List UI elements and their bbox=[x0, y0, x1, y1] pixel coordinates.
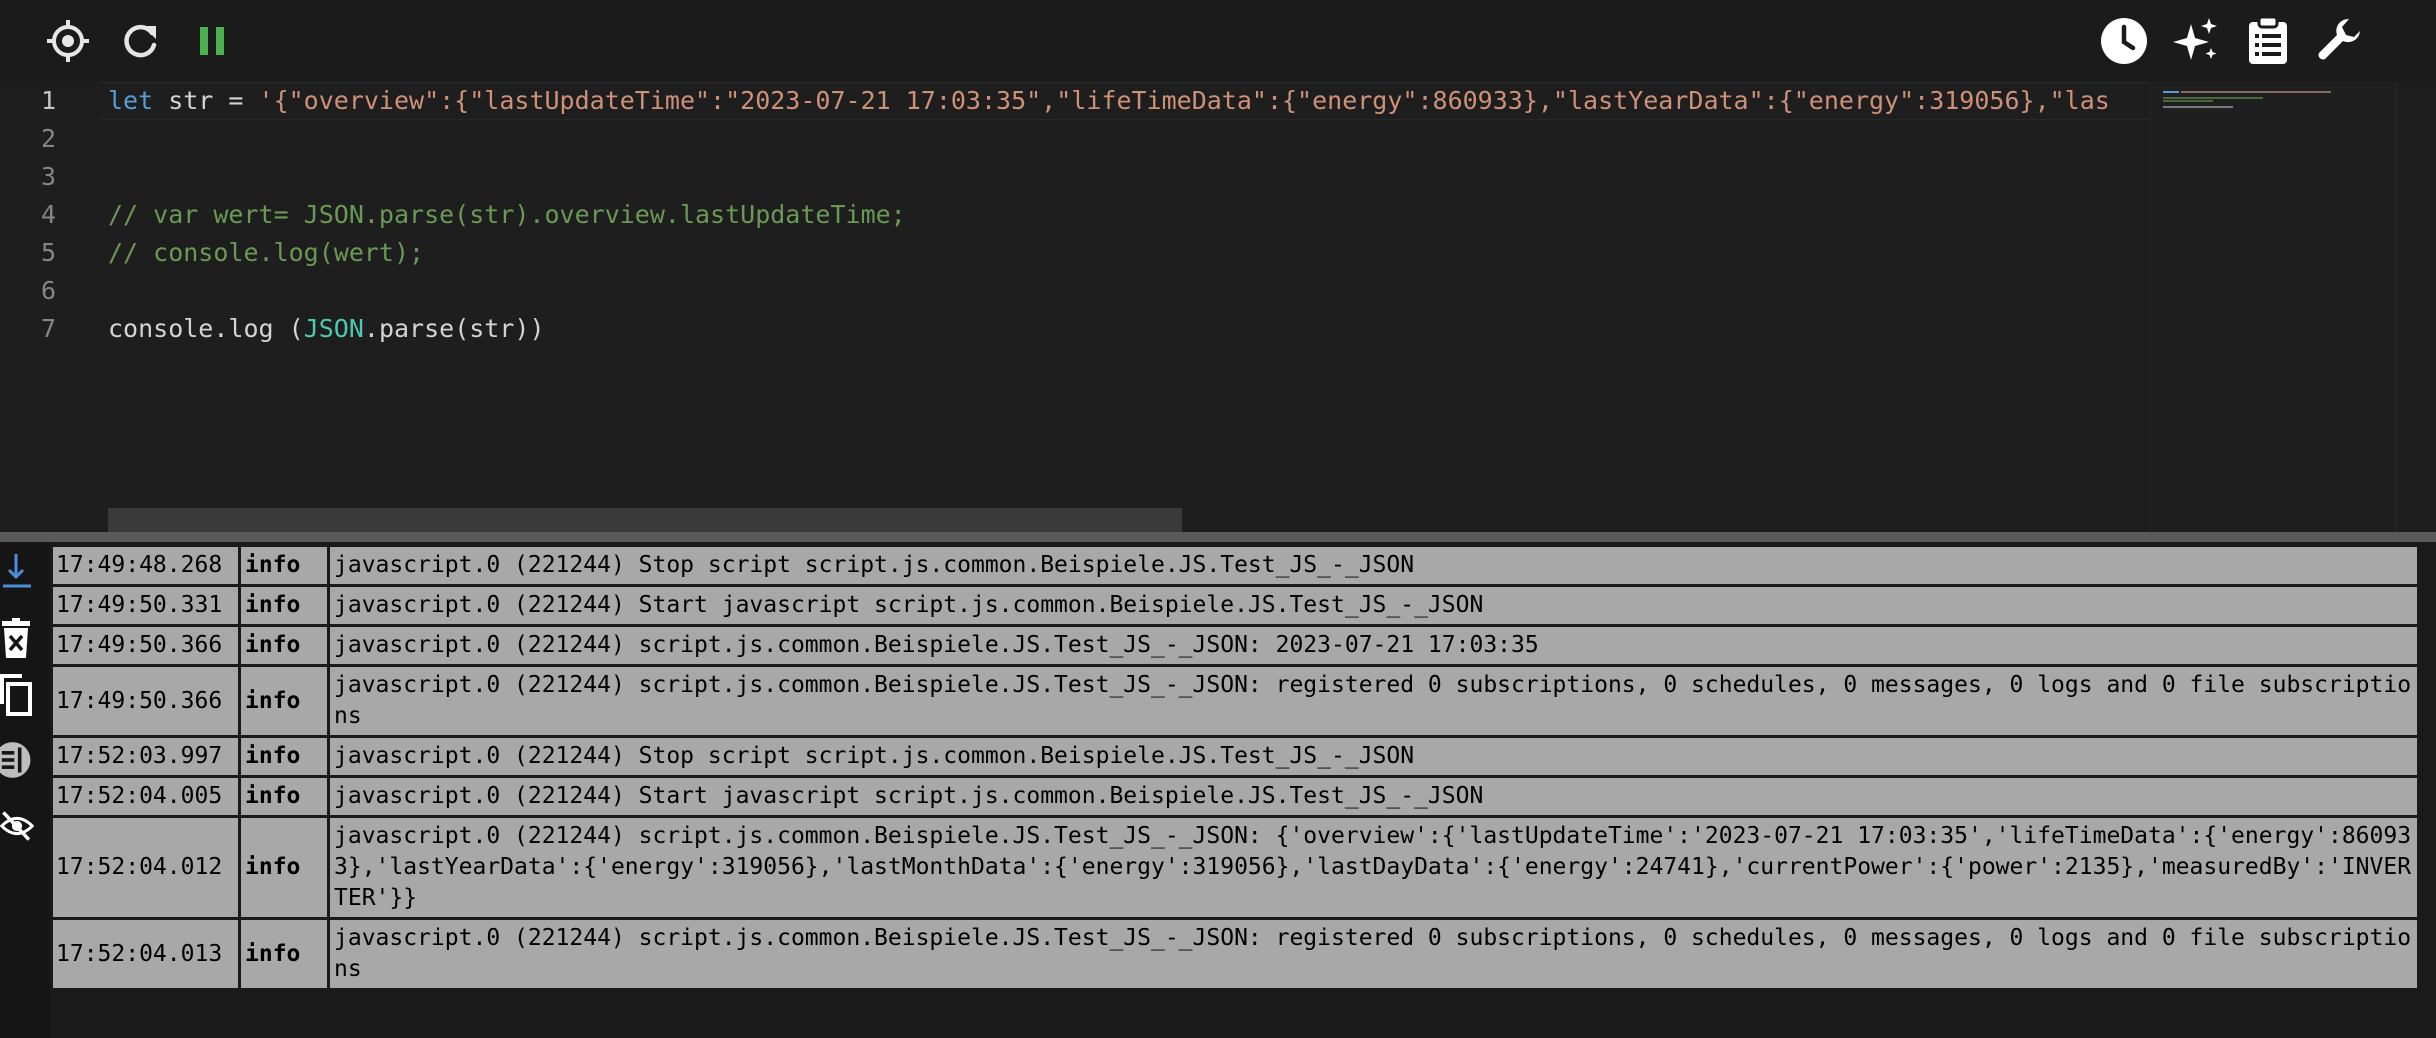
sparkles-icon[interactable] bbox=[2168, 13, 2224, 69]
code-text-area[interactable]: let str = '{"overview":{"lastUpdateTime"… bbox=[108, 82, 2150, 532]
minimap-line bbox=[2163, 97, 2263, 99]
keyword-token: let bbox=[108, 86, 154, 115]
log-message: javascript.0 (221244) Start javascript s… bbox=[330, 778, 2417, 815]
plain-token: str = bbox=[153, 86, 259, 115]
log-severity: info bbox=[241, 738, 327, 775]
string-token: '{"overview":{"lastUpdateTime":"2023-07-… bbox=[258, 86, 2110, 115]
toolbar bbox=[0, 0, 2436, 82]
log-table: 17:49:48.268 info javascript.0 (221244) … bbox=[50, 544, 2420, 991]
log-time: 17:49:50.366 bbox=[53, 667, 238, 735]
wrench-icon[interactable] bbox=[2312, 13, 2368, 69]
log-row: 17:49:50.331 info javascript.0 (221244) … bbox=[53, 587, 2417, 624]
log-message: javascript.0 (221244) Start javascript s… bbox=[330, 587, 2417, 624]
panel-splitter[interactable] bbox=[0, 532, 2436, 542]
horizontal-scrollbar[interactable] bbox=[108, 508, 1182, 532]
line-number: 5 bbox=[40, 238, 56, 267]
log-time: 17:52:04.013 bbox=[53, 920, 238, 988]
code-line-5: // console.log(wert); bbox=[108, 234, 424, 272]
line-number: 4 bbox=[40, 200, 56, 229]
log-severity: info bbox=[241, 627, 327, 664]
code-line-7: console.log (JSON.parse(str)) bbox=[108, 310, 545, 348]
copy-icon[interactable] bbox=[0, 674, 34, 718]
log-severity: info bbox=[241, 667, 327, 735]
type-token: JSON bbox=[303, 314, 364, 343]
log-row: 17:52:04.013 info javascript.0 (221244) … bbox=[53, 920, 2417, 988]
log-row: 17:52:04.005 info javascript.0 (221244) … bbox=[53, 778, 2417, 815]
hide-icon[interactable] bbox=[0, 804, 34, 848]
minimap[interactable] bbox=[2150, 82, 2396, 532]
log-message: javascript.0 (221244) Stop script script… bbox=[330, 547, 2417, 584]
delete-log-icon[interactable] bbox=[0, 616, 34, 660]
code-line-1: let str = '{"overview":{"lastUpdateTime"… bbox=[108, 82, 2110, 120]
minimap-line bbox=[2181, 91, 2331, 93]
columns-icon[interactable] bbox=[0, 738, 34, 782]
log-time: 17:49:50.331 bbox=[53, 587, 238, 624]
clock-icon[interactable] bbox=[2096, 13, 2152, 69]
code-line-4: // var wert= JSON.parse(str).overview.la… bbox=[108, 196, 906, 234]
log-time: 17:52:03.997 bbox=[53, 738, 238, 775]
line-number: 7 bbox=[40, 314, 56, 343]
line-number: 2 bbox=[40, 124, 56, 153]
log-time: 17:49:50.366 bbox=[53, 627, 238, 664]
code-editor[interactable]: 1 2 3 4 5 6 7 let str = '{"overview":{"l… bbox=[0, 82, 2436, 532]
log-severity: info bbox=[241, 818, 327, 917]
comment-token: // console.log(wert); bbox=[108, 238, 425, 267]
log-row: 17:49:48.268 info javascript.0 (221244) … bbox=[53, 547, 2417, 584]
clipboard-list-icon[interactable] bbox=[2240, 13, 2296, 69]
log-row: 17:52:03.997 info javascript.0 (221244) … bbox=[53, 738, 2417, 775]
log-row: 17:49:50.366 info javascript.0 (221244) … bbox=[53, 667, 2417, 735]
target-icon[interactable] bbox=[40, 13, 96, 69]
scroll-to-bottom-icon[interactable] bbox=[0, 548, 34, 592]
script-editor-app: 1 2 3 4 5 6 7 let str = '{"overview":{"l… bbox=[0, 0, 2436, 1038]
log-message: javascript.0 (221244) script.js.common.B… bbox=[330, 920, 2417, 988]
log-row: 17:52:04.012 info javascript.0 (221244) … bbox=[53, 818, 2417, 917]
log-time: 17:52:04.005 bbox=[53, 778, 238, 815]
log-message: javascript.0 (221244) script.js.common.B… bbox=[330, 627, 2417, 664]
line-number: 1 bbox=[40, 86, 56, 115]
vertical-scrollbar[interactable] bbox=[2396, 82, 2436, 532]
minimap-line bbox=[2163, 91, 2179, 93]
plain-token: .parse(str)) bbox=[363, 314, 545, 343]
log-toolbar bbox=[0, 542, 50, 1038]
log-message: javascript.0 (221244) script.js.common.B… bbox=[330, 818, 2417, 917]
plain-token: console.log ( bbox=[108, 314, 304, 343]
minimap-line bbox=[2163, 106, 2233, 108]
log-severity: info bbox=[241, 920, 327, 988]
comment-token: // var wert= JSON.parse(str).overview.la… bbox=[108, 200, 906, 229]
log-severity: info bbox=[241, 778, 327, 815]
line-number-gutter: 1 2 3 4 5 6 7 bbox=[0, 82, 100, 532]
pause-icon[interactable] bbox=[184, 13, 240, 69]
log-row: 17:49:50.366 info javascript.0 (221244) … bbox=[53, 627, 2417, 664]
log-time: 17:52:04.012 bbox=[53, 818, 238, 917]
log-time: 17:49:48.268 bbox=[53, 547, 238, 584]
line-number: 6 bbox=[40, 276, 56, 305]
log-severity: info bbox=[241, 587, 327, 624]
log-severity: info bbox=[241, 547, 327, 584]
line-number: 3 bbox=[40, 162, 56, 191]
minimap-line bbox=[2163, 100, 2213, 102]
refresh-icon[interactable] bbox=[112, 13, 168, 69]
log-panel: 17:49:48.268 info javascript.0 (221244) … bbox=[0, 542, 2436, 1038]
log-message: javascript.0 (221244) script.js.common.B… bbox=[330, 667, 2417, 735]
log-message: javascript.0 (221244) Stop script script… bbox=[330, 738, 2417, 775]
